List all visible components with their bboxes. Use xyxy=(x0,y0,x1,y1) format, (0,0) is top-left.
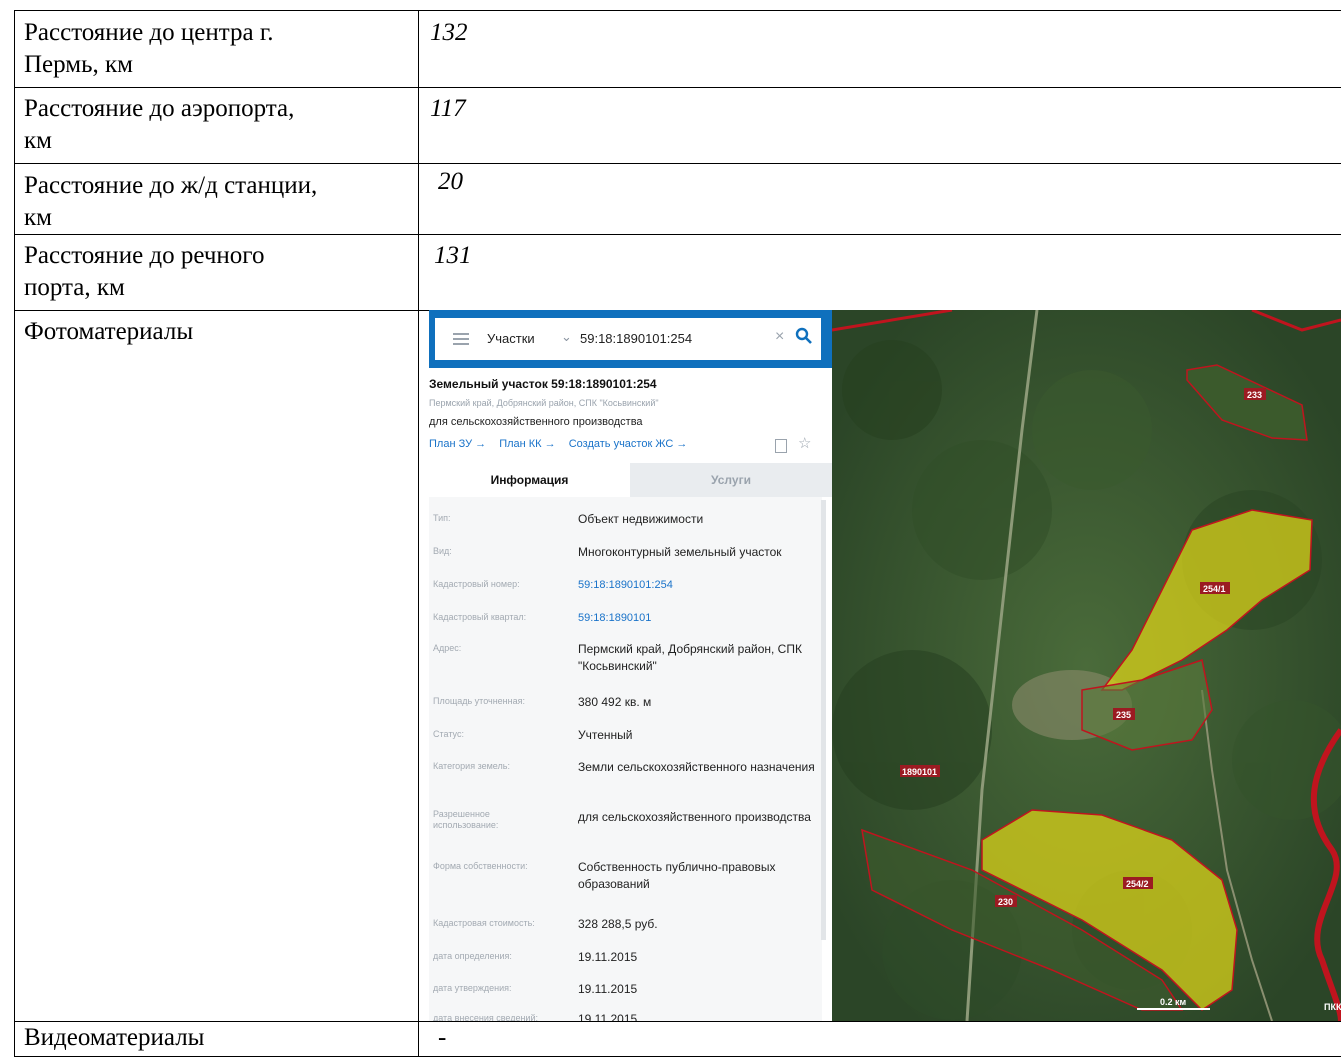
field-value: Многоконтурный земельный участок xyxy=(578,545,782,559)
chevron-down-icon[interactable]: ⌄ xyxy=(561,329,572,345)
field-value: Объект недвижимости xyxy=(578,512,704,526)
field-value: 19.11.2015 xyxy=(578,950,638,964)
menu-icon[interactable] xyxy=(453,338,469,340)
attribute-list: Тип: Объект недвижимости Вид: Многоконту… xyxy=(429,497,822,1021)
search-input[interactable]: 59:18:1890101:254 xyxy=(580,331,692,346)
row-label: Расстояние до центра г. Пермь, км xyxy=(24,17,274,81)
scrollbar[interactable] xyxy=(821,500,826,940)
photo-screenshot: Участки ⌄ 59:18:1890101:254 × ‹ Земельны… xyxy=(429,310,1341,1021)
field-key: дата внесения сведений: xyxy=(433,1013,538,1021)
cadastral-quarter-link[interactable]: 59:18:1890101 xyxy=(578,610,818,627)
row-value: 131 xyxy=(434,242,472,269)
link-plan-zu[interactable]: План ЗУ → xyxy=(429,438,486,450)
field-key: Кадастровый квартал: xyxy=(433,612,527,622)
field-value: 19.11.2015 xyxy=(578,982,638,996)
field-key: Вид: xyxy=(433,546,452,556)
row-label: Расстояние до ж/д станции, км xyxy=(24,170,317,234)
field-key: Адрес: xyxy=(433,643,462,653)
label-line: Расстояние до речного xyxy=(24,242,265,269)
label-line: км xyxy=(24,204,52,231)
label-line: Фотоматериалы xyxy=(24,318,194,345)
document-search-icon[interactable] xyxy=(775,439,787,453)
label-254-1: 254/1 xyxy=(1203,584,1226,594)
field-key: Форма собственности: xyxy=(433,861,528,871)
row-label: Расстояние до аэропорта, км xyxy=(24,93,294,157)
table-rule xyxy=(14,234,1341,235)
field-key: Площадь уточненная: xyxy=(433,696,525,706)
info-panel: Участки ⌄ 59:18:1890101:254 × ‹ Земельны… xyxy=(429,310,845,1021)
label-1890101: 1890101 xyxy=(902,767,937,777)
field-key: Тип: xyxy=(433,513,451,523)
row-value: 132 xyxy=(430,19,468,46)
star-icon[interactable]: ☆ xyxy=(798,434,811,452)
search-bar: Участки ⌄ 59:18:1890101:254 × ‹ xyxy=(429,310,845,368)
corner-label: ПКК xyxy=(1324,1002,1341,1012)
cadastral-number-link[interactable]: 59:18:1890101:254 xyxy=(578,577,818,594)
field-value: 380 492 кв. м xyxy=(578,695,652,709)
map-label: 254/2 xyxy=(1123,877,1153,889)
table-rule xyxy=(14,1021,1341,1022)
label-line: Расстояние до центра г. xyxy=(24,19,274,46)
field-value: для сельскохозяйственного производства xyxy=(578,810,811,824)
tab-services[interactable]: Услуги xyxy=(630,463,832,497)
clear-icon[interactable]: × xyxy=(775,328,784,346)
search-icon[interactable] xyxy=(795,327,813,345)
parcel-use: для сельскохозяйственного производства xyxy=(429,416,643,428)
map-label: 233 xyxy=(1244,388,1266,400)
label-254-2: 254/2 xyxy=(1126,879,1149,889)
field-value: Учтенный xyxy=(578,728,633,742)
search-box[interactable]: Участки ⌄ 59:18:1890101:254 × xyxy=(435,318,821,360)
field-key: Кадастровая стоимость: xyxy=(433,918,535,928)
map-label: 254/1 xyxy=(1200,582,1230,594)
field-key: дата утверждения: xyxy=(433,983,512,993)
field-value: Пермский край, Добрянский район, СПК "Ко… xyxy=(578,642,802,673)
table-rule xyxy=(14,87,1341,88)
table-rule xyxy=(14,10,1341,11)
field-value: Собственность публично-правовых образова… xyxy=(578,860,776,891)
field-key: Кадастровый номер: xyxy=(433,579,520,589)
parcel-title: Земельный участок 59:18:1890101:254 xyxy=(429,377,657,391)
label-line: порта, км xyxy=(24,274,125,301)
field-value: Земли сельскохозяйственного назначения xyxy=(578,760,815,774)
field-key: Категория земель: xyxy=(433,761,510,771)
satellite-map[interactable]: 233 254/1 235 1890101 230 254/2 0.2 км П… xyxy=(832,310,1341,1021)
row-value: - xyxy=(438,1024,447,1051)
tab-information[interactable]: Информация xyxy=(429,463,630,497)
field-key: Статус: xyxy=(433,729,464,739)
row-value: 20 xyxy=(438,168,463,195)
label-line: км xyxy=(24,127,52,154)
field-value: 19.11.2015 xyxy=(578,1012,638,1021)
map-label: 230 xyxy=(995,895,1017,907)
label-233: 233 xyxy=(1247,390,1262,400)
map-label: 235 xyxy=(1113,708,1135,720)
table-rule xyxy=(14,10,15,1057)
label-line: Расстояние до ж/д станции, xyxy=(24,172,318,199)
link-plan-kk[interactable]: План КК → xyxy=(499,438,555,450)
row-label: Фотоматериалы xyxy=(24,316,193,348)
field-key: Разрешенное использование: xyxy=(433,809,499,830)
label-line: Расстояние до аэропорта, xyxy=(24,95,295,122)
row-label: Видеоматериалы xyxy=(24,1022,204,1054)
label-line: Видеоматериалы xyxy=(24,1024,205,1051)
link-create-parcel[interactable]: Создать участок ЖС → xyxy=(569,438,688,450)
row-value: 117 xyxy=(430,95,466,122)
table-rule xyxy=(418,10,419,1057)
map-label: 1890101 xyxy=(900,765,940,777)
row-label: Расстояние до речного порта, км xyxy=(24,240,264,304)
parcel-address: Пермский край, Добрянский район, СПК "Ко… xyxy=(429,398,659,408)
table-rule xyxy=(14,163,1341,164)
field-value: 328 288,5 руб. xyxy=(578,917,658,931)
field-key: дата определения: xyxy=(433,951,512,961)
label-line: Пермь, км xyxy=(24,51,133,78)
label-230: 230 xyxy=(998,897,1013,907)
search-type-select[interactable]: Участки xyxy=(487,331,535,346)
scale-label: 0.2 км xyxy=(1160,997,1187,1007)
parcel-links: План ЗУ → План КК → Создать участок ЖС → xyxy=(429,438,697,450)
label-235: 235 xyxy=(1116,710,1131,720)
